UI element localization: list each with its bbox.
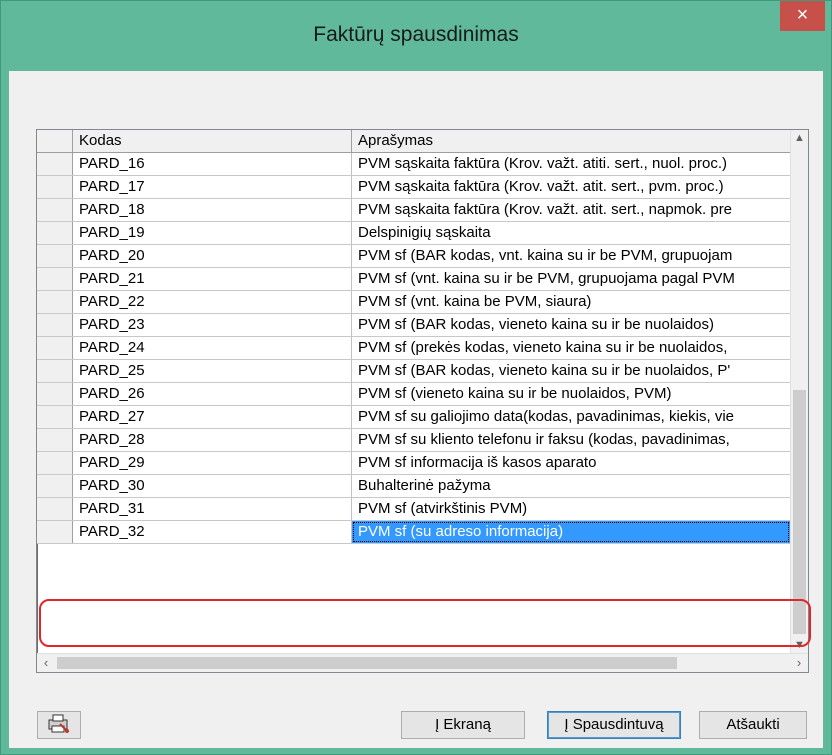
- row-description-cell[interactable]: Delspinigių sąskaita: [352, 222, 790, 244]
- printer-setup-icon: [48, 714, 69, 733]
- row-indicator[interactable]: [37, 475, 73, 497]
- row-code-cell[interactable]: PARD_18: [73, 199, 352, 221]
- row-indicator[interactable]: [37, 199, 73, 221]
- row-code-cell[interactable]: PARD_32: [73, 521, 352, 543]
- row-indicator[interactable]: [37, 176, 73, 198]
- row-indicator[interactable]: [37, 521, 73, 543]
- table-row[interactable]: PARD_20 PVM sf (BAR kodas, vnt. kaina su …: [37, 245, 790, 268]
- row-code-cell[interactable]: PARD_28: [73, 429, 352, 451]
- table-row[interactable]: PARD_30 Buhalterinė pažyma: [37, 475, 790, 498]
- vertical-scroll-thumb[interactable]: [793, 390, 806, 634]
- horizontal-scroll-thumb[interactable]: [57, 657, 677, 669]
- table-row[interactable]: PARD_17 PVM sąskaita faktūra (Krov. važt.…: [37, 176, 790, 199]
- row-code-cell[interactable]: PARD_23: [73, 314, 352, 336]
- row-code-cell[interactable]: PARD_26: [73, 383, 352, 405]
- row-description-cell[interactable]: PVM sf su galiojimo data(kodas, pavadini…: [352, 406, 790, 428]
- row-indicator[interactable]: [37, 268, 73, 290]
- table-row[interactable]: PARD_31 PVM sf (atvirkštinis PVM): [37, 498, 790, 521]
- row-description-cell[interactable]: PVM sf (BAR kodas, vnt. kaina su ir be P…: [352, 245, 790, 267]
- row-description-cell[interactable]: Buhalterinė pažyma: [352, 475, 790, 497]
- row-indicator[interactable]: [37, 429, 73, 451]
- horizontal-scrollbar[interactable]: ‹ ›: [37, 653, 808, 672]
- row-description-cell[interactable]: PVM sf su kliento telefonu ir faksu (kod…: [352, 429, 790, 451]
- row-code-cell[interactable]: PARD_24: [73, 337, 352, 359]
- row-description-cell[interactable]: PVM sf (prekės kodas, vieneto kaina su i…: [352, 337, 790, 359]
- row-description-cell[interactable]: PVM sąskaita faktūra (Krov. važt. atit. …: [352, 199, 790, 221]
- row-indicator[interactable]: [37, 291, 73, 313]
- row-description-cell[interactable]: PVM sf (BAR kodas, vieneto kaina su ir b…: [352, 360, 790, 382]
- row-description-cell[interactable]: PVM sf (vnt. kaina be PVM, siaura): [352, 291, 790, 313]
- row-code-cell[interactable]: PARD_19: [73, 222, 352, 244]
- row-indicator[interactable]: [37, 383, 73, 405]
- row-code-cell[interactable]: PARD_27: [73, 406, 352, 428]
- row-description-cell[interactable]: PVM sąskaita faktūra (Krov. važt. atit. …: [352, 176, 790, 198]
- row-indicator-header: [37, 130, 73, 152]
- close-button[interactable]: ×: [780, 1, 825, 31]
- invoice-forms-grid[interactable]: Kodas Aprašymas PARD_16 PVM sąskaita fakt…: [36, 129, 809, 673]
- table-row[interactable]: PARD_29 PVM sf informacija iš kasos apara…: [37, 452, 790, 475]
- grid-header: Kodas Aprašymas: [37, 130, 808, 153]
- to-screen-button[interactable]: Į Ekraną: [401, 711, 525, 739]
- scroll-left-icon[interactable]: ‹: [37, 654, 55, 672]
- vertical-scrollbar[interactable]: ▲ ▼: [790, 130, 808, 654]
- table-row[interactable]: PARD_26 PVM sf (vieneto kaina su ir be nu…: [37, 383, 790, 406]
- title-bar: Faktūrų spausdinimas ×: [1, 1, 831, 71]
- window-title: Faktūrų spausdinimas: [313, 23, 519, 46]
- column-header-description[interactable]: Aprašymas: [352, 130, 790, 152]
- table-row[interactable]: PARD_28 PVM sf su kliento telefonu ir fak…: [37, 429, 790, 452]
- row-code-cell[interactable]: PARD_22: [73, 291, 352, 313]
- row-indicator[interactable]: [37, 314, 73, 336]
- row-indicator[interactable]: [37, 360, 73, 382]
- row-indicator[interactable]: [37, 222, 73, 244]
- table-row[interactable]: PARD_18 PVM sąskaita faktūra (Krov. važt.…: [37, 199, 790, 222]
- row-indicator[interactable]: [37, 406, 73, 428]
- row-code-cell[interactable]: PARD_30: [73, 475, 352, 497]
- dialog-client-area: Kodas Aprašymas PARD_16 PVM sąskaita fakt…: [9, 71, 823, 748]
- scroll-down-icon[interactable]: ▼: [791, 637, 808, 654]
- grid-rows: PARD_16 PVM sąskaita faktūra (Krov. važt.…: [37, 153, 790, 544]
- row-indicator[interactable]: [37, 245, 73, 267]
- row-code-cell[interactable]: PARD_21: [73, 268, 352, 290]
- row-indicator[interactable]: [37, 153, 73, 175]
- row-description-cell[interactable]: PVM sf (BAR kodas, vieneto kaina su ir b…: [352, 314, 790, 336]
- table-row[interactable]: PARD_22 PVM sf (vnt. kaina be PVM, siaura…: [37, 291, 790, 314]
- dialog-window: Faktūrų spausdinimas × Kodas Aprašymas P…: [0, 0, 832, 755]
- table-row[interactable]: PARD_27 PVM sf su galiojimo data(kodas, p…: [37, 406, 790, 429]
- row-indicator[interactable]: [37, 452, 73, 474]
- row-description-cell[interactable]: PVM sf (vnt. kaina su ir be PVM, grupuoj…: [352, 268, 790, 290]
- row-description-cell[interactable]: PVM sf (atvirkštinis PVM): [352, 498, 790, 520]
- row-code-cell[interactable]: PARD_20: [73, 245, 352, 267]
- table-row[interactable]: PARD_19 Delspinigių sąskaita: [37, 222, 790, 245]
- row-description-cell[interactable]: PVM sf (vieneto kaina su ir be nuolaidos…: [352, 383, 790, 405]
- row-indicator[interactable]: [37, 498, 73, 520]
- row-indicator[interactable]: [37, 337, 73, 359]
- table-row[interactable]: PARD_24 PVM sf (prekės kodas, vieneto kai…: [37, 337, 790, 360]
- scroll-up-icon[interactable]: ▲: [791, 130, 808, 147]
- table-row[interactable]: PARD_25 PVM sf (BAR kodas, vieneto kaina …: [37, 360, 790, 383]
- to-printer-button[interactable]: Į Spausdintuvą: [547, 711, 681, 739]
- table-row[interactable]: PARD_16 PVM sąskaita faktūra (Krov. važt.…: [37, 153, 790, 176]
- row-description-cell[interactable]: PVM sąskaita faktūra (Krov. važt. atiti.…: [352, 153, 790, 175]
- row-code-cell[interactable]: PARD_17: [73, 176, 352, 198]
- cancel-button[interactable]: Atšaukti: [699, 711, 807, 739]
- row-description-cell[interactable]: PVM sf (su adreso informacija): [352, 521, 790, 543]
- table-row[interactable]: PARD_32 PVM sf (su adreso informacija): [37, 521, 790, 544]
- table-row[interactable]: PARD_21 PVM sf (vnt. kaina su ir be PVM, …: [37, 268, 790, 291]
- row-code-cell[interactable]: PARD_29: [73, 452, 352, 474]
- column-header-code[interactable]: Kodas: [73, 130, 352, 152]
- table-row[interactable]: PARD_23 PVM sf (BAR kodas, vieneto kaina …: [37, 314, 790, 337]
- printer-setup-button[interactable]: [37, 711, 81, 739]
- row-code-cell[interactable]: PARD_25: [73, 360, 352, 382]
- scroll-right-icon[interactable]: ›: [790, 654, 808, 672]
- row-description-cell[interactable]: PVM sf informacija iš kasos aparato: [352, 452, 790, 474]
- row-code-cell[interactable]: PARD_16: [73, 153, 352, 175]
- row-code-cell[interactable]: PARD_31: [73, 498, 352, 520]
